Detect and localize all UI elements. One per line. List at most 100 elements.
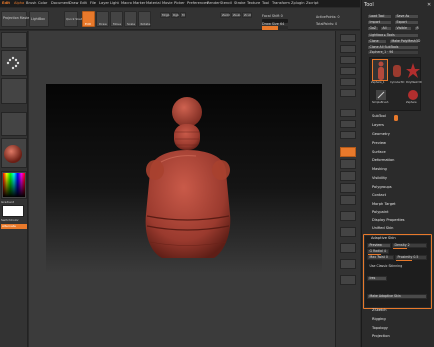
- menu-item-transform[interactable]: Transform: [272, 1, 290, 6]
- alpha-slot[interactable]: [1, 78, 27, 104]
- color-picker[interactable]: [1, 171, 27, 199]
- ires-button[interactable]: Ires: [367, 276, 387, 281]
- document-viewport[interactable]: [46, 84, 322, 272]
- tool-thumb-polymesh[interactable]: [406, 59, 420, 81]
- quick-sketch-button[interactable]: Quick Sketch: [64, 11, 86, 27]
- persp-button[interactable]: [340, 109, 356, 117]
- make-adaptive-skin-button[interactable]: Make Adaptive Skin: [367, 294, 427, 299]
- section-morph-target[interactable]: Morph Target: [371, 202, 427, 208]
- section-masking[interactable]: Masking: [371, 167, 427, 173]
- section-zsketch[interactable]: ZSketch: [371, 308, 427, 314]
- save-as-button[interactable]: Save As: [394, 14, 419, 19]
- polyf-button[interactable]: [340, 211, 356, 221]
- menu-item-zscript[interactable]: Zscript: [306, 1, 318, 6]
- tool-thumb-zsphere-2[interactable]: [406, 87, 420, 101]
- section-polypaint[interactable]: Polypaint: [371, 210, 427, 216]
- menu-item-file[interactable]: File: [90, 1, 96, 6]
- menu-item-light[interactable]: Light: [110, 1, 119, 6]
- spix-button[interactable]: [340, 45, 356, 53]
- menu-item-color[interactable]: Color: [38, 1, 47, 6]
- zadd-button[interactable]: Zadd: [220, 12, 230, 18]
- section-display-properties[interactable]: Display Properties: [371, 218, 427, 224]
- adaptive-skin-title[interactable]: Adaptive Skin: [371, 236, 396, 241]
- lightbox-tools-button[interactable]: Lightbox ▸ Tools: [367, 33, 419, 38]
- rotate-button[interactable]: Rotate: [138, 11, 151, 27]
- scale-view-button[interactable]: [340, 183, 356, 193]
- menu-item-document[interactable]: Document: [51, 1, 70, 6]
- floor-button[interactable]: [340, 120, 356, 128]
- lightbox-button[interactable]: LightBox: [29, 11, 49, 27]
- menu-item-preferences[interactable]: Preferences: [187, 1, 208, 6]
- menu-item-tool[interactable]: Tool: [262, 1, 269, 6]
- zsub-button[interactable]: Zsub: [231, 12, 241, 18]
- section-layers[interactable]: Layers: [371, 123, 427, 129]
- make-polymesh-button[interactable]: Make PolyMesh3D: [389, 39, 420, 44]
- menu-item-macro[interactable]: Macro: [121, 1, 132, 6]
- main-color-swatch[interactable]: [2, 205, 24, 217]
- section-subtool[interactable]: SubTool: [371, 114, 427, 120]
- menu-item-alpha[interactable]: Alpha: [14, 1, 24, 6]
- tool-thumb-small[interactable]: [390, 106, 402, 121]
- draw-button[interactable]: Draw: [96, 11, 109, 27]
- stroke-slot[interactable]: [1, 50, 27, 76]
- menu-item-stencil[interactable]: Stencil: [220, 1, 232, 6]
- aahalf-button[interactable]: [340, 89, 356, 97]
- move-button[interactable]: Move: [110, 11, 123, 27]
- xpose-button[interactable]: [340, 275, 356, 285]
- scroll-button[interactable]: [340, 56, 356, 64]
- tool-thumb-zsphere[interactable]: [372, 59, 388, 81]
- clone-button[interactable]: Clone: [367, 39, 387, 44]
- alternate-button[interactable]: Alternate: [1, 224, 27, 229]
- projection-master-button[interactable]: Projection Master: [1, 11, 31, 27]
- section-geometry[interactable]: Geometry: [371, 132, 427, 138]
- palette-close-icon[interactable]: ✕: [427, 3, 431, 8]
- bpr-button[interactable]: [340, 34, 356, 42]
- menu-item-stroke[interactable]: Stroke: [234, 1, 245, 6]
- menu-item-layer[interactable]: Layer: [99, 1, 109, 6]
- section-unified-skin[interactable]: Unified Skin: [371, 226, 427, 232]
- tool-palette-header[interactable]: Tool: [364, 3, 374, 9]
- menu-item-brush[interactable]: Brush: [26, 1, 36, 6]
- menu-item-edit[interactable]: Edit: [80, 1, 87, 6]
- m-button[interactable]: M: [180, 12, 186, 18]
- import-button[interactable]: Import: [367, 20, 392, 25]
- color-spectrum[interactable]: [3, 173, 25, 197]
- menu-item-material[interactable]: Material: [146, 1, 161, 6]
- zoom-button[interactable]: [340, 67, 356, 75]
- section-contact[interactable]: Contact: [371, 193, 427, 199]
- all-button[interactable]: All: [380, 26, 392, 31]
- transp-button[interactable]: [340, 227, 356, 237]
- menu-item-movie[interactable]: Movie: [162, 1, 173, 6]
- r-button[interactable]: R: [414, 26, 419, 31]
- zcut-button[interactable]: Zcut: [242, 12, 252, 18]
- material-slot[interactable]: [1, 138, 27, 168]
- section-projection[interactable]: Projection: [371, 334, 427, 340]
- brush-slot[interactable]: [1, 32, 27, 48]
- section-topology[interactable]: Topology: [371, 326, 427, 332]
- frame-button[interactable]: [340, 159, 356, 169]
- actual-button[interactable]: [340, 78, 356, 86]
- current-tool-slider[interactable]: Zsphere_1 · 96: [367, 50, 419, 55]
- local-button[interactable]: [340, 131, 356, 139]
- section-polygroups[interactable]: Polygroups: [371, 185, 427, 191]
- ghost-button[interactable]: [340, 243, 356, 253]
- menu-item-draw[interactable]: Draw: [69, 1, 78, 6]
- section-deformation[interactable]: Deformation: [371, 158, 427, 164]
- section-visibility[interactable]: Visibility: [371, 176, 427, 182]
- solo-button[interactable]: [340, 259, 356, 269]
- rotate-view-button[interactable]: [340, 195, 356, 205]
- tool-thumb-cylinder[interactable]: [390, 59, 404, 81]
- menu-item-texture[interactable]: Texture: [247, 1, 260, 6]
- mrgb-button[interactable]: Mrgb: [160, 12, 170, 18]
- move-view-button[interactable]: [340, 171, 356, 181]
- section-surface[interactable]: Surface: [371, 150, 427, 156]
- menu-item-render[interactable]: Render: [207, 1, 220, 6]
- section-rigging[interactable]: Rigging: [371, 317, 427, 323]
- visible-button[interactable]: Visible: [394, 26, 412, 31]
- edit-button[interactable]: Edit: [82, 11, 95, 27]
- menu-item-marker[interactable]: Marker: [133, 1, 145, 6]
- goz-button[interactable]: GoZ: [367, 26, 379, 31]
- menu-item-zplugin[interactable]: Zplugin: [291, 1, 305, 6]
- menu-item-picker[interactable]: Picker: [174, 1, 185, 6]
- rgb-button[interactable]: Rgb: [171, 12, 179, 18]
